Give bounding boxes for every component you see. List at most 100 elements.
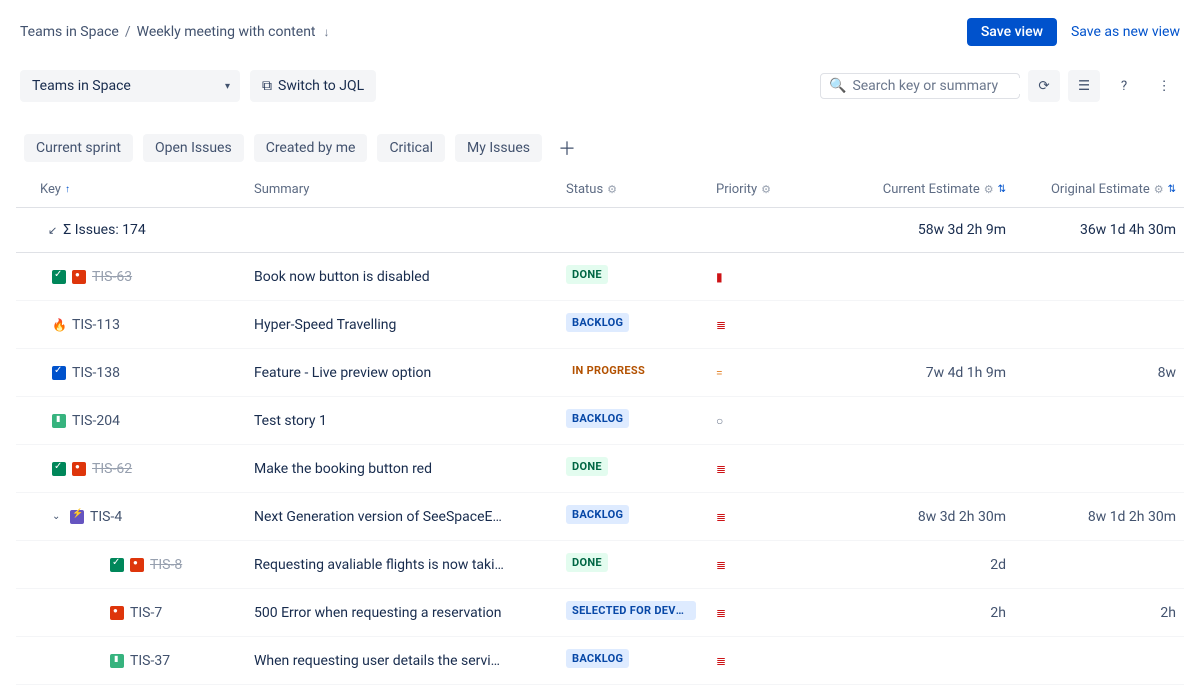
table-row[interactable]: TIS-62 Make the booking button redDONE ≣ xyxy=(16,445,1184,493)
epic-icon xyxy=(70,510,84,524)
issue-summary[interactable]: Requesting avaliable flights is now taki… xyxy=(254,557,566,573)
column-current-est-label: Current Estimate xyxy=(883,182,980,197)
bug-icon xyxy=(130,558,144,572)
priority-icon: ▮ xyxy=(716,270,723,284)
more-menu-button[interactable]: ⋮ xyxy=(1148,70,1180,102)
save-as-new-view-link[interactable]: Save as new view xyxy=(1071,24,1180,40)
issue-summary[interactable]: Make the booking button red xyxy=(254,461,566,477)
issue-key-link[interactable]: TIS-204 xyxy=(72,413,120,429)
refresh-button[interactable]: ⟳ xyxy=(1028,70,1060,102)
filter-chip[interactable]: Created by me xyxy=(254,134,368,162)
help-button[interactable]: ? xyxy=(1108,70,1140,102)
current-estimate-value: 7w 4d 1h 9m xyxy=(836,365,1006,381)
breadcrumb-current[interactable]: Weekly meeting with content xyxy=(137,24,316,40)
table-row[interactable]: TIS-7 500 Error when requesting a reserva… xyxy=(16,589,1184,637)
priority-icon: ≣ xyxy=(716,558,726,572)
status-lozenge[interactable]: SELECTED FOR DEVEL… xyxy=(566,601,696,620)
breadcrumb-root[interactable]: Teams in Space xyxy=(20,24,119,40)
issue-summary[interactable]: Test story 1 xyxy=(254,413,566,429)
search-input-wrap[interactable]: 🔍 ⊘ xyxy=(820,73,1020,99)
priority-icon: ≣ xyxy=(716,462,726,476)
check-icon xyxy=(52,270,66,284)
column-original-est-label: Original Estimate xyxy=(1051,182,1150,197)
check-icon xyxy=(52,462,66,476)
status-lozenge[interactable]: BACKLOG xyxy=(566,409,629,428)
issue-key-link[interactable]: TIS-7 xyxy=(130,605,162,621)
sort-button[interactable]: ☰ xyxy=(1068,70,1100,102)
status-lozenge[interactable]: DONE xyxy=(566,553,608,572)
status-lozenge[interactable]: BACKLOG xyxy=(566,505,629,524)
filter-chip[interactable]: My Issues xyxy=(455,134,542,162)
issue-key-link[interactable]: TIS-63 xyxy=(92,269,132,285)
column-header-priority[interactable]: Priority ⚙ xyxy=(716,182,836,197)
check-icon xyxy=(110,558,124,572)
column-header-original-estimate[interactable]: Original Estimate ⚙ ⇅ xyxy=(1006,182,1176,197)
issue-summary[interactable]: 500 Error when requesting a reservation xyxy=(254,605,566,621)
original-estimate-value: 8w 1d 2h 30m xyxy=(1006,509,1176,525)
issue-key-link[interactable]: TIS-4 xyxy=(90,509,122,525)
table-row[interactable]: ⌄ TIS-4 Next Generation version of SeeSpac… xyxy=(16,493,1184,541)
project-select[interactable]: Teams in Space ▾ xyxy=(20,70,240,102)
issue-key-link[interactable]: TIS-113 xyxy=(72,317,120,333)
filters-row: Current sprint Open Issues Created by me Cr… xyxy=(0,112,1200,172)
issue-summary[interactable]: Book now button is disabled xyxy=(254,269,566,285)
sort-handle-icon[interactable]: ⇅ xyxy=(998,184,1006,195)
hierarchy-icon[interactable]: ↙ xyxy=(48,224,57,237)
issue-summary[interactable]: Next Generation version of SeeSpaceE… xyxy=(254,509,566,525)
filter-chip[interactable]: Open Issues xyxy=(143,134,244,162)
priority-icon: ○ xyxy=(716,414,723,428)
priority-icon: ≣ xyxy=(716,654,726,668)
table-row[interactable]: TIS-204 Test story 1BACKLOG ○ xyxy=(16,397,1184,445)
gear-icon[interactable]: ⚙ xyxy=(984,183,994,196)
story-icon xyxy=(110,654,124,668)
status-lozenge[interactable]: DONE xyxy=(566,457,608,476)
add-filter-button[interactable]: ＋ xyxy=(552,135,582,161)
bug-icon xyxy=(72,270,86,284)
project-select-value: Teams in Space xyxy=(32,78,131,94)
gear-icon[interactable]: ⚙ xyxy=(607,183,617,196)
search-input[interactable] xyxy=(852,78,1030,94)
issue-key-link[interactable]: TIS-8 xyxy=(150,557,182,573)
issue-summary[interactable]: When requesting user details the servi… xyxy=(254,653,566,669)
table-row[interactable]: 🔥TIS-113Hyper-Speed TravellingBACKLOG≣ xyxy=(16,301,1184,349)
bug-icon xyxy=(110,606,124,620)
issue-key-link[interactable]: TIS-62 xyxy=(92,461,132,477)
issue-key-link[interactable]: TIS-138 xyxy=(72,365,120,381)
status-lozenge[interactable]: IN PROGRESS xyxy=(566,361,651,380)
status-lozenge[interactable]: BACKLOG xyxy=(566,313,629,332)
column-header-summary[interactable]: Summary xyxy=(254,182,566,197)
expand-caret-icon[interactable]: ⌄ xyxy=(52,511,64,522)
fire-icon: 🔥 xyxy=(52,318,66,332)
sort-handle-icon[interactable]: ⇅ xyxy=(1168,184,1176,195)
column-header-status[interactable]: Status ⚙ xyxy=(566,182,716,197)
issue-summary[interactable]: Feature - Live preview option xyxy=(254,365,566,381)
table-row[interactable]: TIS-138 Feature - Live preview optionIN P… xyxy=(16,349,1184,397)
table-row[interactable]: TIS-63 Book now button is disabledDONE ▮ xyxy=(16,253,1184,301)
column-header-current-estimate[interactable]: Current Estimate ⚙ ⇅ xyxy=(836,182,1006,197)
gear-icon[interactable]: ⚙ xyxy=(1154,183,1164,196)
gear-icon[interactable]: ⚙ xyxy=(761,183,771,196)
table-header: Key ↑ Summary Status ⚙ Priority ⚙ Curren… xyxy=(16,172,1184,208)
filter-chip[interactable]: Critical xyxy=(377,134,445,162)
original-estimate-value: 2h xyxy=(1006,605,1176,621)
status-lozenge[interactable]: BACKLOG xyxy=(566,649,629,668)
table-row[interactable]: TIS-8 Requesting avaliable flights is now… xyxy=(16,541,1184,589)
arrow-down-icon: ↓ xyxy=(324,25,330,39)
save-view-button[interactable]: Save view xyxy=(967,18,1057,46)
status-lozenge[interactable]: DONE xyxy=(566,265,608,284)
column-header-key[interactable]: Key ↑ xyxy=(24,182,254,197)
issue-key-link[interactable]: TIS-37 xyxy=(130,653,170,669)
sort-asc-icon: ↑ xyxy=(65,184,70,195)
kebab-icon: ⋮ xyxy=(1157,79,1170,94)
table-row[interactable]: TIS-37 When requesting user details the s… xyxy=(16,637,1184,685)
column-key-label: Key xyxy=(40,182,61,197)
priority-icon: = xyxy=(716,366,723,380)
search-icon: 🔍 xyxy=(829,78,846,94)
filter-chip[interactable]: Current sprint xyxy=(24,134,133,162)
sort-icon: ☰ xyxy=(1078,79,1090,94)
story-icon xyxy=(52,414,66,428)
switch-to-jql-button[interactable]: ⧉ Switch to JQL xyxy=(250,70,376,102)
original-estimate-value: 8w xyxy=(1006,365,1176,381)
refresh-icon: ⟳ xyxy=(1038,79,1049,94)
issue-summary[interactable]: Hyper-Speed Travelling xyxy=(254,317,566,333)
